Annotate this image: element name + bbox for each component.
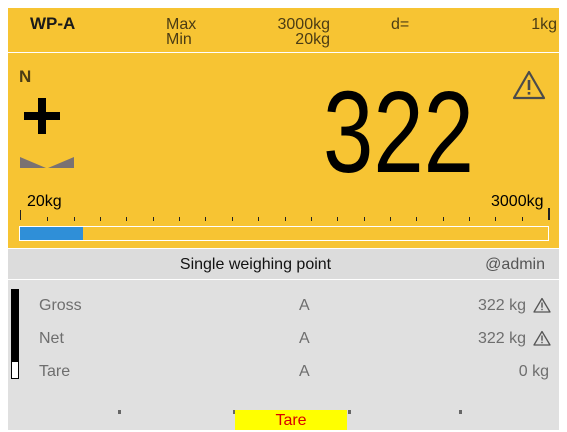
tare-button[interactable]: Tare	[235, 410, 347, 430]
stability-left-icon	[20, 157, 46, 168]
table-row-gross: Gross A 322 kg	[8, 294, 559, 318]
range-tick	[258, 217, 259, 221]
weighing-point-panel: Single weighing point @admin Gross A 322…	[8, 249, 559, 430]
range-tick	[522, 217, 523, 221]
plus-sign-icon	[24, 98, 60, 134]
row-point: A	[299, 330, 310, 347]
range-tick	[311, 217, 312, 221]
range-tick	[364, 217, 365, 221]
division-value: 1kg	[531, 16, 557, 33]
row-point: A	[299, 363, 310, 380]
range-tick	[47, 217, 48, 221]
range-tick	[469, 217, 470, 221]
range-bar	[19, 226, 549, 241]
table-row-tare: Tare A 0 kg	[8, 360, 559, 384]
range-tick	[443, 217, 444, 221]
range-tick	[495, 217, 496, 221]
softkey-divider	[118, 410, 121, 414]
current-user[interactable]: @admin	[485, 256, 545, 274]
softkey-divider	[348, 410, 351, 414]
weight-value: 322	[323, 67, 474, 197]
range-tick	[232, 217, 233, 221]
panel-title: Single weighing point	[179, 256, 332, 273]
row-name: Net	[39, 330, 64, 347]
row-value: 322 kg	[477, 297, 526, 314]
range-tick	[390, 217, 391, 221]
header-bar: WP-A Max Min 3000kg 20kg d= 1kg	[8, 8, 559, 52]
row-value: 322 kg	[477, 330, 526, 347]
range-tick	[205, 217, 206, 221]
weight-display: N 322 20kg 3000kg	[8, 53, 559, 248]
range-min-label: 20kg	[27, 193, 62, 210]
row-point: A	[299, 297, 310, 314]
net-mode-flag: N	[19, 67, 32, 86]
range-tick	[126, 217, 127, 221]
range-tick	[153, 217, 154, 221]
range-tick	[285, 217, 286, 221]
min-capacity: 20kg	[295, 31, 330, 48]
row-value: 0 kg	[518, 363, 549, 380]
weighing-point-name: WP-A	[30, 14, 76, 33]
stability-right-icon	[48, 157, 74, 168]
range-tick	[416, 217, 417, 221]
range-tick	[179, 217, 180, 221]
min-label: Min	[166, 31, 192, 48]
range-bar-fill	[20, 227, 84, 240]
range-tick	[100, 217, 101, 221]
warning-triangle-icon	[512, 70, 546, 100]
row-name: Gross	[39, 297, 82, 314]
warning-triangle-icon	[533, 330, 551, 346]
warning-triangle-icon	[533, 297, 551, 313]
range-ticks	[8, 217, 559, 222]
range-tick	[337, 217, 338, 221]
softkey-bar: Tare	[8, 410, 559, 430]
table-row-net: Net A 322 kg	[8, 327, 559, 351]
softkey-divider	[459, 410, 462, 414]
panel-title-row: Single weighing point @admin	[8, 249, 559, 280]
scale-screen: WP-A Max Min 3000kg 20kg d= 1kg N 322 20…	[8, 8, 559, 430]
range-max-label: 3000kg	[491, 193, 544, 210]
row-name: Tare	[39, 363, 71, 380]
division-label: d=	[391, 16, 410, 33]
range-tick	[74, 217, 75, 221]
